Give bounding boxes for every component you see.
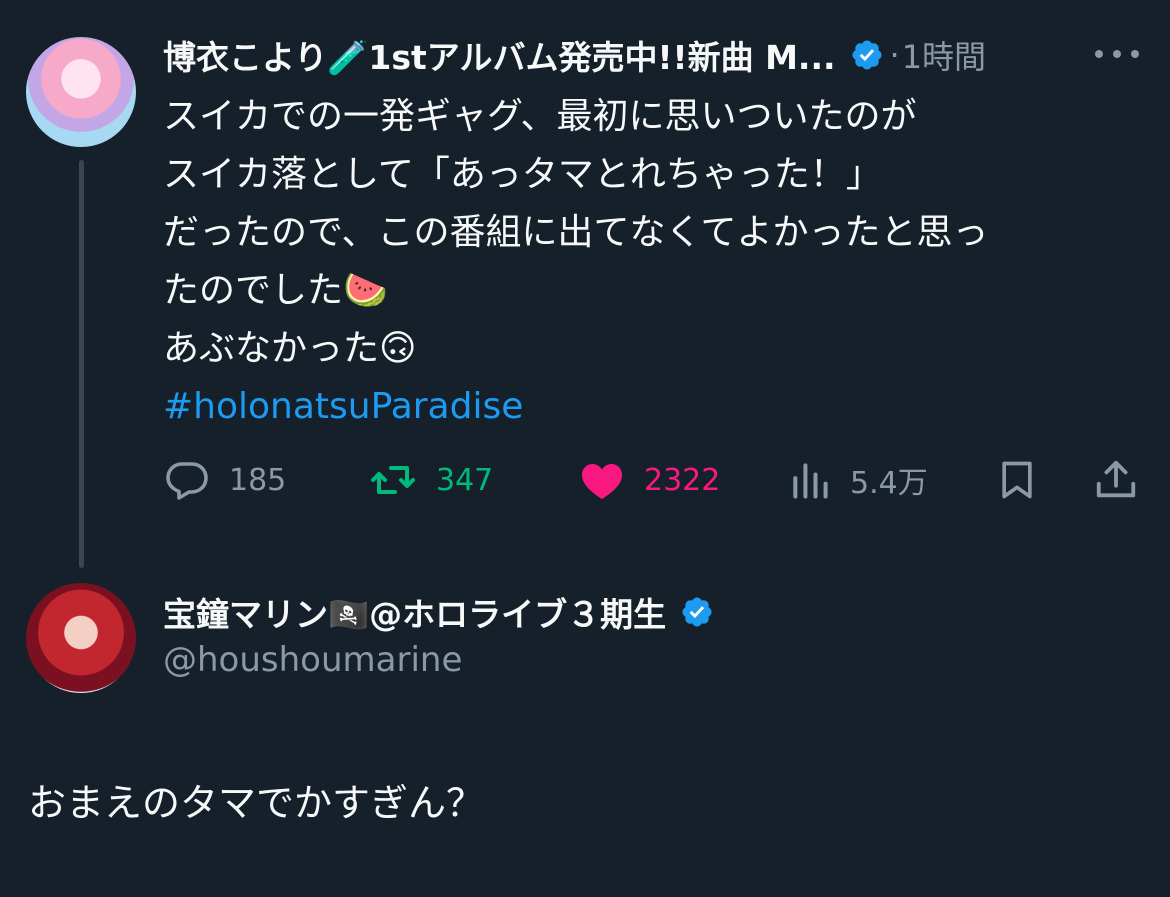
- share-button[interactable]: [1093, 455, 1139, 505]
- reply-author-avatar[interactable]: [26, 583, 136, 693]
- author-display-name[interactable]: 博衣こより🧪1stアルバム発売中!!新曲 M...: [163, 31, 836, 79]
- like-button[interactable]: 2322: [578, 455, 720, 505]
- bar-chart-icon: [793, 463, 828, 499]
- tweet-body-line: スイカ落として「あっタマとれちゃった！」: [163, 154, 882, 195]
- more-horizontal-icon[interactable]: [1095, 48, 1139, 60]
- retweet-button[interactable]: 347: [368, 455, 493, 505]
- reply-count: 185: [229, 462, 287, 498]
- verified-badge-icon: [682, 597, 712, 627]
- reply-button[interactable]: 185: [163, 455, 286, 505]
- tweet-body-line: だったので、この番組に出てなくてよかったと思っ: [163, 212, 989, 253]
- tweet-body-line: スイカでの一発ギャグ、最初に思いついたのが: [163, 96, 917, 137]
- meta-separator: ·: [889, 36, 900, 74]
- reply-author-display-name[interactable]: 宝鐘マリン🏴‍☠️@ホロライブ３期生: [163, 588, 666, 636]
- bookmark-icon: [1002, 461, 1032, 499]
- thread-connector-line: [79, 160, 84, 568]
- tweet-body-line: あぶなかった🙃: [163, 328, 417, 369]
- share-icon: [1096, 460, 1136, 498]
- tweet-body: スイカでの一発ギャグ、最初に思いついたのが スイカ落として「あっタマとれちゃった…: [163, 88, 1153, 436]
- verified-badge-icon: [851, 40, 882, 70]
- comment-icon: [166, 462, 208, 500]
- view-count: 5.4万: [850, 466, 928, 501]
- retweet-icon: [371, 466, 415, 494]
- tweet-header: 博衣こより🧪1stアルバム発売中!!新曲 M... · 1時間: [163, 30, 986, 80]
- bookmark-button[interactable]: [995, 455, 1039, 505]
- tweet-body-line: たのでした🍉: [163, 270, 388, 311]
- reply-header: 宝鐘マリン🏴‍☠️@ホロライブ３期生: [163, 587, 714, 637]
- views-button[interactable]: 5.4万: [788, 455, 928, 505]
- tweet-timestamp[interactable]: 1時間: [902, 32, 986, 78]
- reply-author-handle[interactable]: @houshoumarine: [163, 640, 462, 680]
- author-avatar[interactable]: [26, 37, 136, 147]
- like-count: 2322: [644, 462, 721, 498]
- hashtag-link[interactable]: #holonatsuParadise: [163, 378, 1153, 436]
- heart-icon: [582, 464, 622, 500]
- reply-tweet-text: おまえのタマでかすぎん？: [28, 781, 485, 825]
- retweet-count: 347: [436, 462, 494, 498]
